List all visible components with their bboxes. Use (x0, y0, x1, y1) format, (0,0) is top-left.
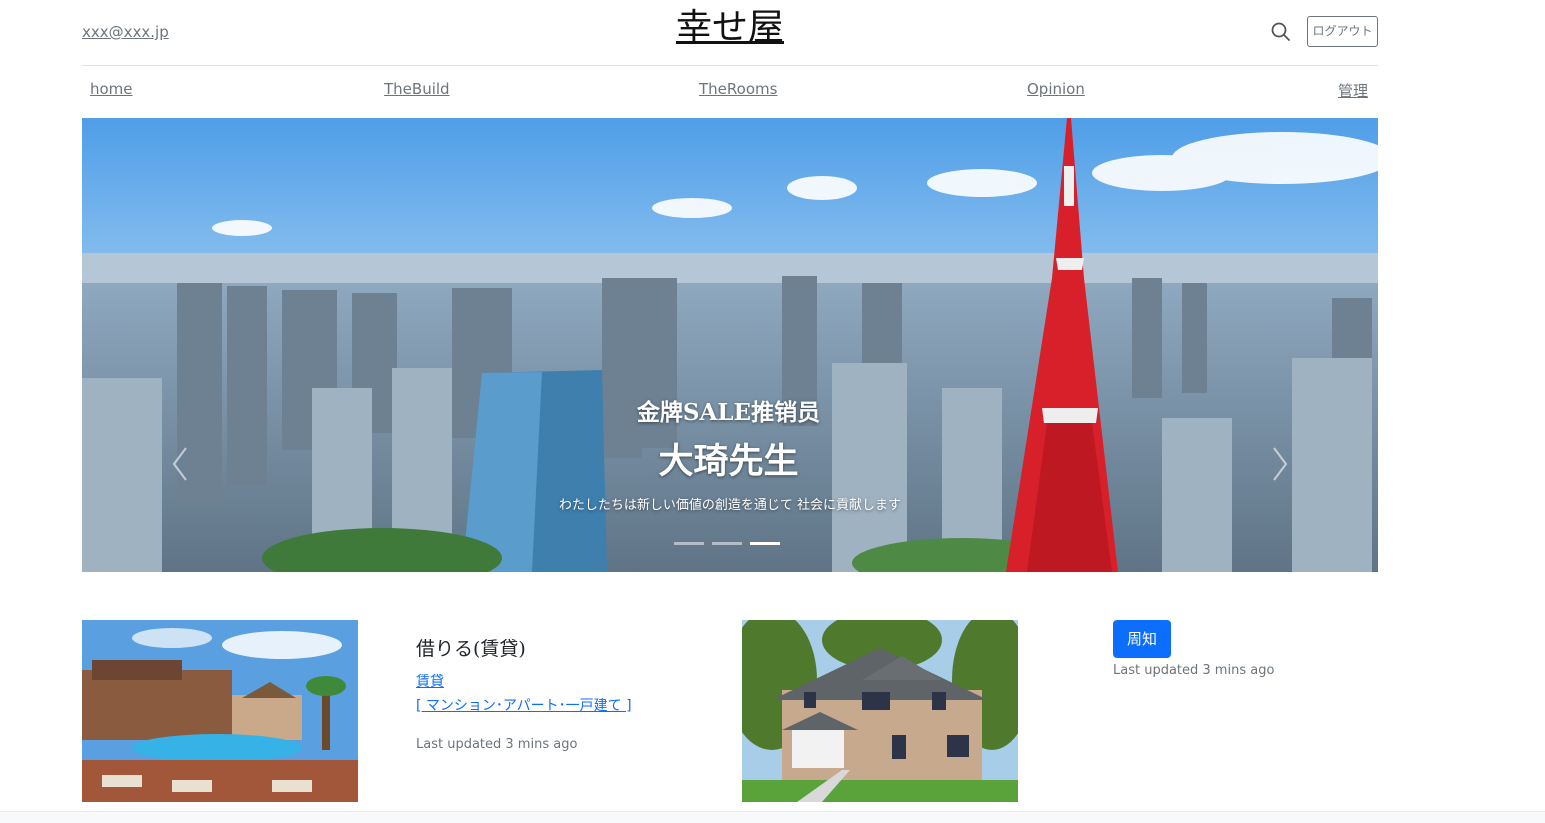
house-image[interactable] (742, 620, 1018, 802)
site-header: xxx@xxx.jp 幸せ屋 ログアウト (82, 0, 1378, 66)
nav-item-thebuild[interactable]: TheBuild (384, 80, 450, 98)
site-title[interactable]: 幸せ屋 (82, 4, 1378, 52)
rent-updated-text: Last updated 3 mins ago (416, 737, 578, 752)
rent-card-title: 借りる(賃貸) (416, 638, 526, 660)
carousel-indicator-2[interactable] (712, 542, 742, 545)
nav-item-therooms[interactable]: TheRooms (699, 80, 777, 98)
nav-item-opinion[interactable]: Opinion (1027, 80, 1085, 98)
carousel-indicator-3[interactable] (750, 542, 780, 545)
resort-image[interactable] (82, 620, 358, 802)
notice-updated-text: Last updated 3 mins ago (1113, 663, 1275, 678)
nav-item-admin[interactable]: 管理 (1338, 80, 1368, 101)
notice-button[interactable]: 周知 (1113, 620, 1171, 658)
footer-strip (0, 811, 1545, 823)
rent-types-link[interactable]: [ マンション･アパート･一戸建て ] (416, 695, 632, 715)
carousel-subtitle: 金牌SALE推销员 (636, 399, 821, 426)
carousel-description: わたしたちは新しい価値の創造を通じて 社会に貢献します (558, 498, 902, 513)
search-icon[interactable] (1270, 21, 1292, 43)
carousel-headline: 大琦先生 (658, 441, 799, 482)
logout-button[interactable]: ログアウト (1307, 16, 1378, 47)
carousel-indicator-1[interactable] (674, 542, 704, 545)
page: xxx@xxx.jp 幸せ屋 ログアウト home TheBuild TheRo… (82, 0, 1378, 802)
rent-link[interactable]: 賃貸 (416, 671, 444, 691)
main-nav: home TheBuild TheRooms Opinion 管理 (82, 66, 1378, 118)
nav-item-home[interactable]: home (90, 80, 133, 98)
